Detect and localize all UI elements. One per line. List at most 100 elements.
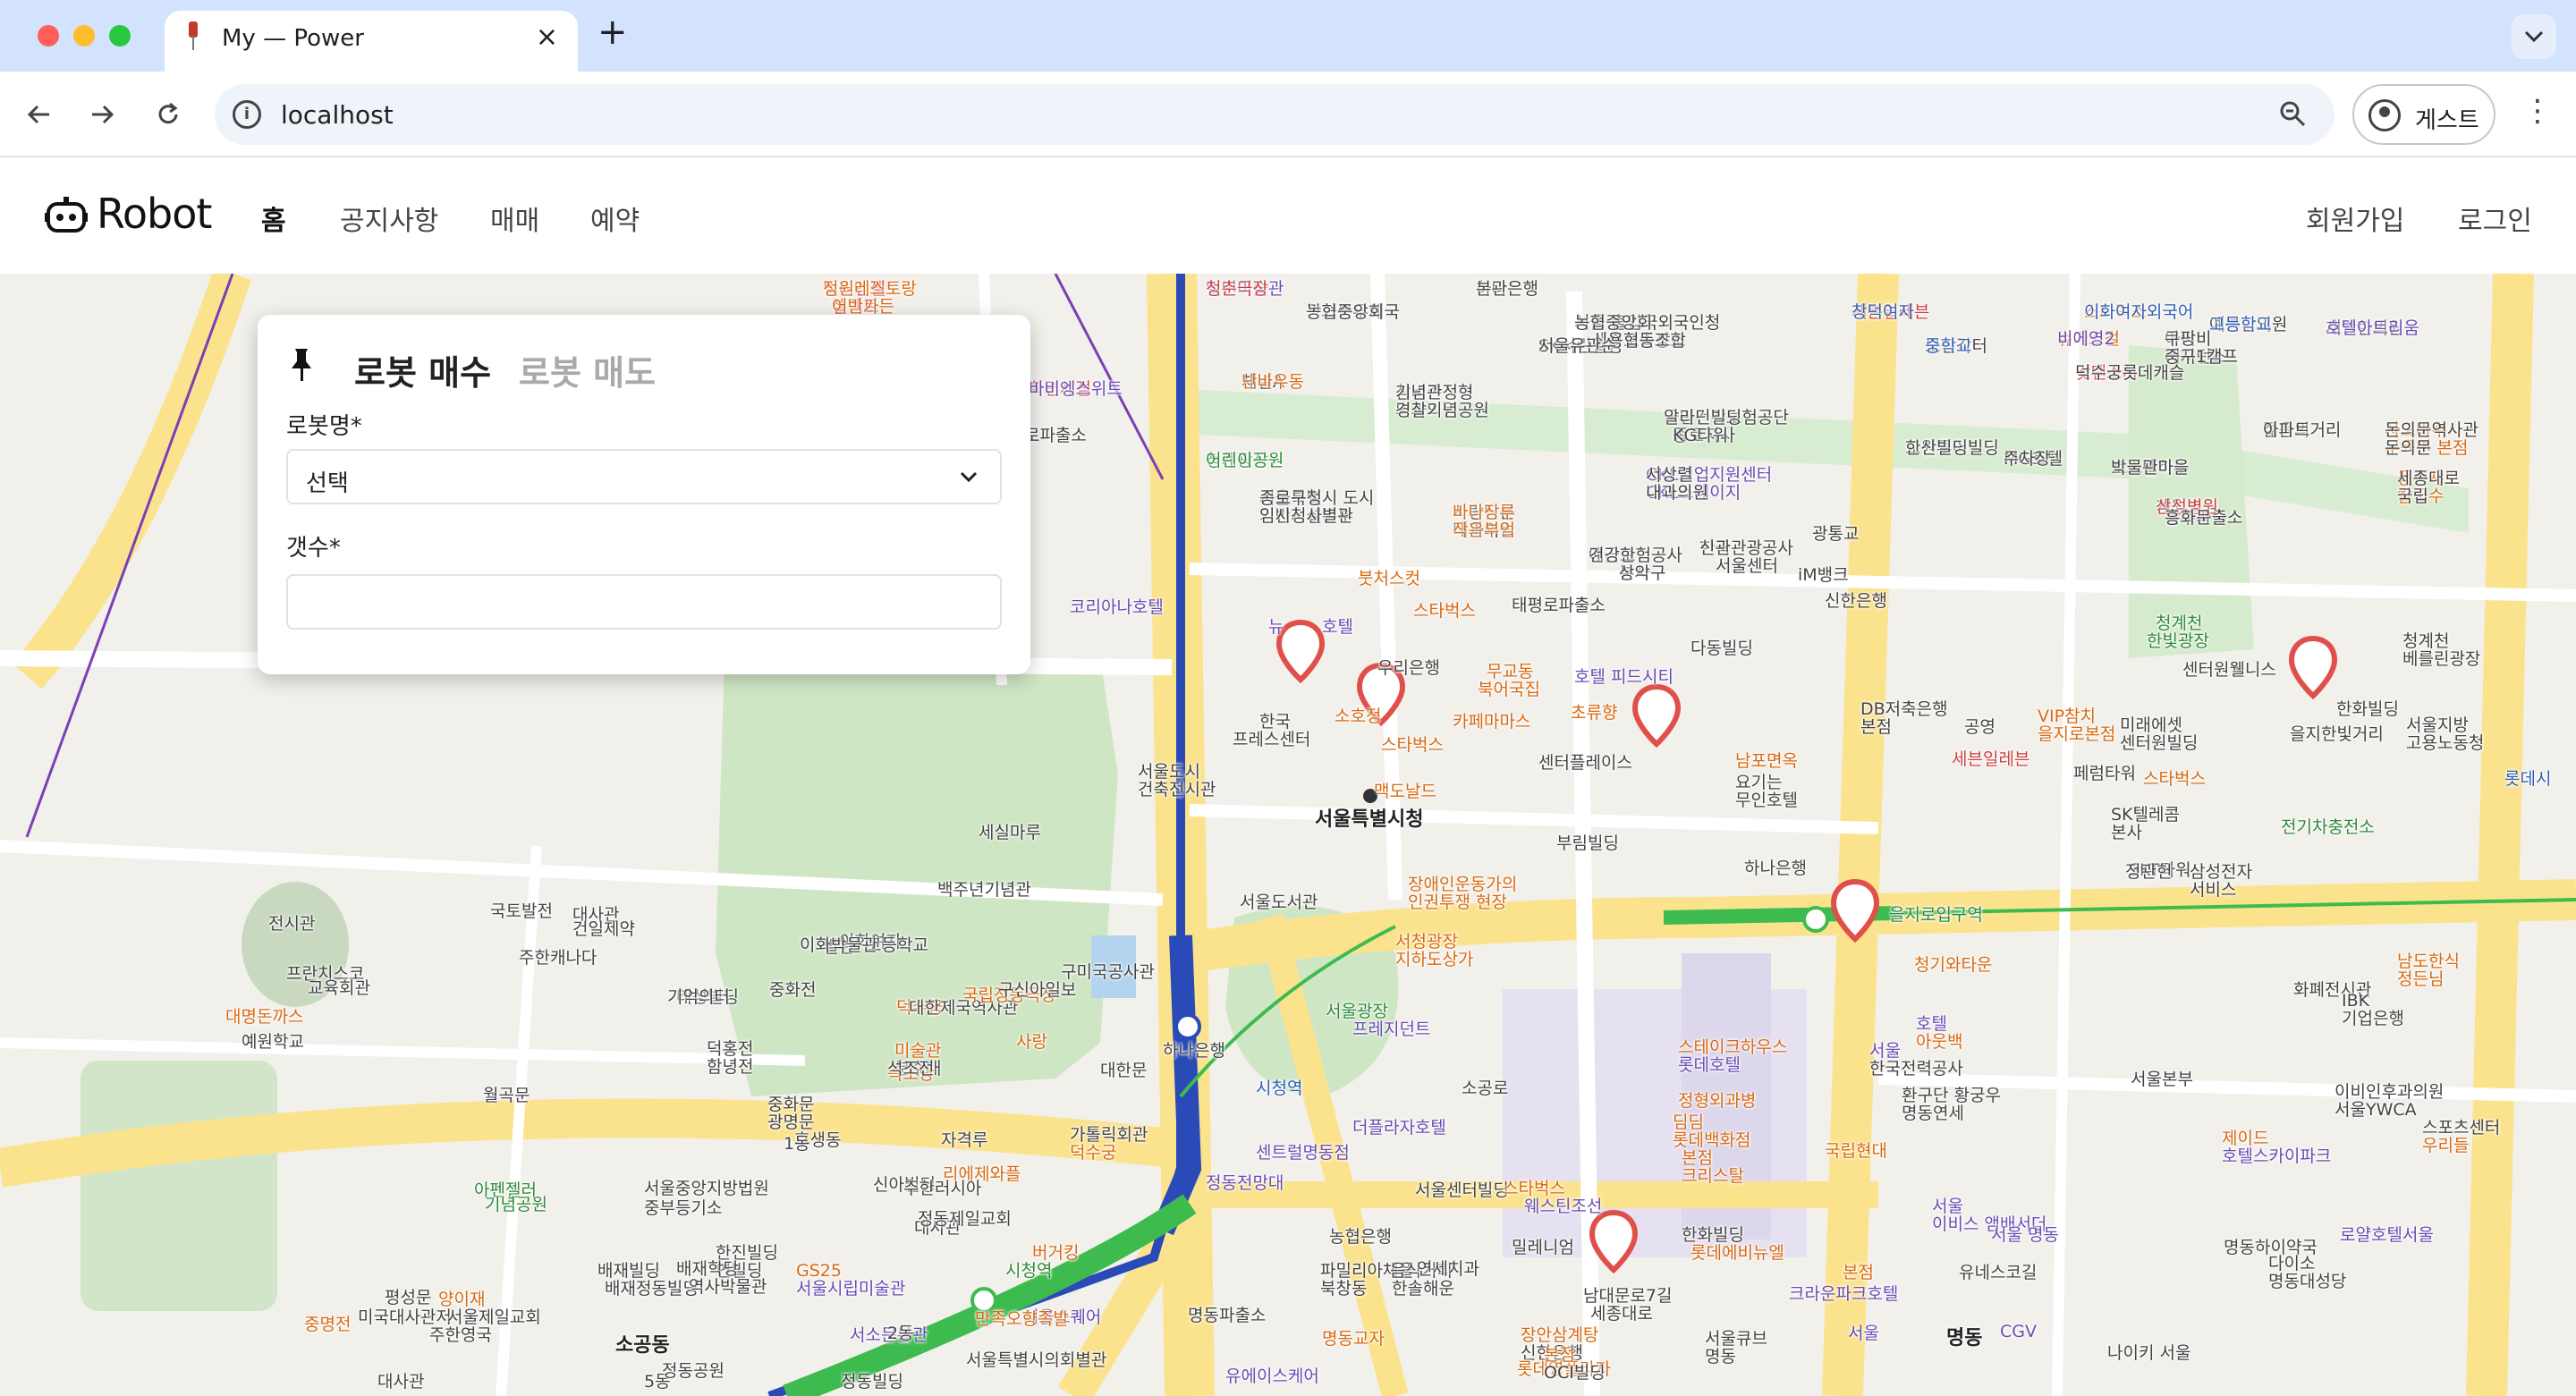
profile-avatar-icon <box>2368 99 2401 131</box>
signup-link[interactable]: 회원가입 <box>2306 199 2404 238</box>
robot-name-label: 로봇명* <box>286 413 362 440</box>
map-label: 역사박물관 <box>689 1277 767 1297</box>
map-label: 나이키 서울 <box>2107 1343 2191 1363</box>
map-label: 센터원웰니스 <box>2182 660 2276 680</box>
map-label: 창덕여자 <box>1852 302 1914 322</box>
address-bar[interactable]: i localhost <box>215 84 2334 145</box>
map-label: 명동 <box>1946 1327 1983 1349</box>
pin-favicon-icon <box>189 21 198 50</box>
map-label: 아파트 <box>2263 420 2310 440</box>
map-label: 크리스탈 <box>1682 1166 1744 1186</box>
url-text[interactable]: localhost <box>281 100 394 130</box>
map-label: 사랑 <box>1016 1032 1047 1052</box>
map-label: 농협중앙회 <box>1306 302 1385 322</box>
map-label: 중화전 <box>769 980 817 1000</box>
map-label: 미국대사관저 <box>358 1307 452 1327</box>
site-logo[interactable]: Robot <box>97 190 212 238</box>
window-zoom-button[interactable] <box>109 25 131 47</box>
map-label: 배재정동빌딩 <box>605 1279 699 1299</box>
map-label: 양이재 <box>438 1290 486 1309</box>
map-label: 정관헌 <box>2125 862 2173 882</box>
map-label: 한산빌딩 <box>1905 438 1968 458</box>
site-info-icon[interactable]: i <box>233 100 261 129</box>
map-label: 건축전시관 <box>1138 780 1216 800</box>
map-label: 남대문로7길 <box>1583 1286 1673 1306</box>
map-label: 서울 <box>1848 1324 1879 1343</box>
map-label: 환구단 황궁우 <box>1902 1086 2001 1105</box>
map-label: 이화여자외국어 <box>2084 302 2194 322</box>
map-label: 대명돈까스 <box>225 1007 304 1027</box>
map-label: 명동 <box>1705 1347 1736 1366</box>
station-marker[interactable] <box>1802 906 1829 933</box>
map-label: 주한러시아 <box>903 1179 982 1198</box>
map-label: 서상렬 <box>1646 465 1693 485</box>
map-label: 신한은행 <box>1825 591 1887 611</box>
map-label: 비에영2 <box>2057 329 2115 349</box>
map-label: 로얄호텔서울 <box>2340 1225 2434 1245</box>
login-link[interactable]: 로그인 <box>2458 199 2532 238</box>
nav-notices[interactable]: 공지사항 <box>340 199 438 238</box>
map-label: 호텔 <box>1322 617 1353 637</box>
map-label: 국립현대 <box>1825 1141 1887 1161</box>
map-label: 소공로 <box>1462 1079 1509 1098</box>
profile-button[interactable]: 게스트 <box>2352 84 2496 145</box>
map-label: 스타벅스 <box>1503 1179 1565 1198</box>
window-close-button[interactable] <box>38 25 59 47</box>
nav-reservation[interactable]: 예약 <box>590 199 640 238</box>
map-label: 구신아일보 <box>998 980 1077 1000</box>
map-label: KG타워 <box>1673 426 1729 445</box>
map-label: 대사관 <box>377 1372 425 1392</box>
window-minimize-button[interactable] <box>73 25 95 47</box>
map-label: 서울지방 <box>2406 715 2469 735</box>
back-button[interactable] <box>18 93 61 136</box>
map-label: 딤딤 <box>1673 1113 1704 1132</box>
map-label: 구미국공사관 <box>1061 962 1155 982</box>
map-label: 롯데백화점 <box>1673 1130 1751 1150</box>
map-label: 웨스틴조선 <box>1524 1197 1603 1216</box>
map-label: 인권투쟁 현장 <box>1408 893 1507 912</box>
map-label: 어린이공원 <box>1206 451 1284 470</box>
map-label: 국토발전 <box>490 901 553 921</box>
map-label: 신관 <box>1699 538 1731 558</box>
map-label: 다동빌딩 <box>1690 639 1753 658</box>
map-label: 본관 <box>1476 279 1507 299</box>
forward-button[interactable] <box>80 93 123 136</box>
map-label: 건일제약 <box>572 919 635 939</box>
map-label: 서청광장 <box>1395 932 1458 952</box>
station-marker[interactable] <box>1174 1013 1201 1040</box>
nav-trade[interactable]: 매매 <box>490 199 539 238</box>
map-label: 지하도상가 <box>1395 950 1474 969</box>
tab-search-button[interactable] <box>2512 14 2556 59</box>
map-label: 소호정 <box>1335 706 1382 726</box>
zoom-icon[interactable] <box>2277 98 2308 129</box>
map-label: 함녕전 <box>707 1057 754 1077</box>
browser-tab[interactable]: My — Power × <box>165 11 578 72</box>
tab-title: My — Power <box>222 25 364 52</box>
map-label: 서울특별시의회별관 <box>966 1350 1107 1370</box>
map-label: 베를린광장 <box>2402 649 2481 669</box>
map-label: 농협중앙회 <box>1574 313 1653 333</box>
new-tab-button[interactable]: + <box>597 14 628 50</box>
reload-button[interactable] <box>147 93 190 136</box>
map-label: 덕홍전 <box>707 1039 754 1059</box>
map-label: 태평로파출소 <box>1512 596 1606 615</box>
map-label: 서울도시 <box>1138 762 1200 782</box>
map-label: DB저축은행 <box>1860 699 1948 719</box>
map-label: 본점 <box>1544 1345 1575 1365</box>
map-label: 아웃백 <box>1916 1032 1963 1052</box>
map-label: 을지한빛거리 <box>2290 724 2384 744</box>
tab-robot-sell[interactable]: 로봇 매도 <box>519 345 656 394</box>
robot-name-select[interactable]: 선택 <box>286 449 1002 504</box>
map-label: 호텔아트리움 <box>2326 318 2419 338</box>
map-label: 경찰기념공원 <box>1395 401 1489 420</box>
map-label: 연세치과 <box>1417 1259 1479 1279</box>
map-label: SK텔레콤 <box>2111 805 2180 825</box>
robot-logo-icon <box>45 197 88 233</box>
nav-home[interactable]: 홈 <box>261 199 286 238</box>
tab-close-icon[interactable]: × <box>536 21 558 53</box>
map-label: 스포츠센터 <box>2422 1118 2501 1138</box>
count-input[interactable] <box>286 574 1002 630</box>
map-label: 교육회관 <box>308 978 370 998</box>
tab-robot-buy[interactable]: 로봇 매수 <box>354 345 491 394</box>
browser-menu-icon[interactable]: ⋮ <box>2522 93 2553 129</box>
